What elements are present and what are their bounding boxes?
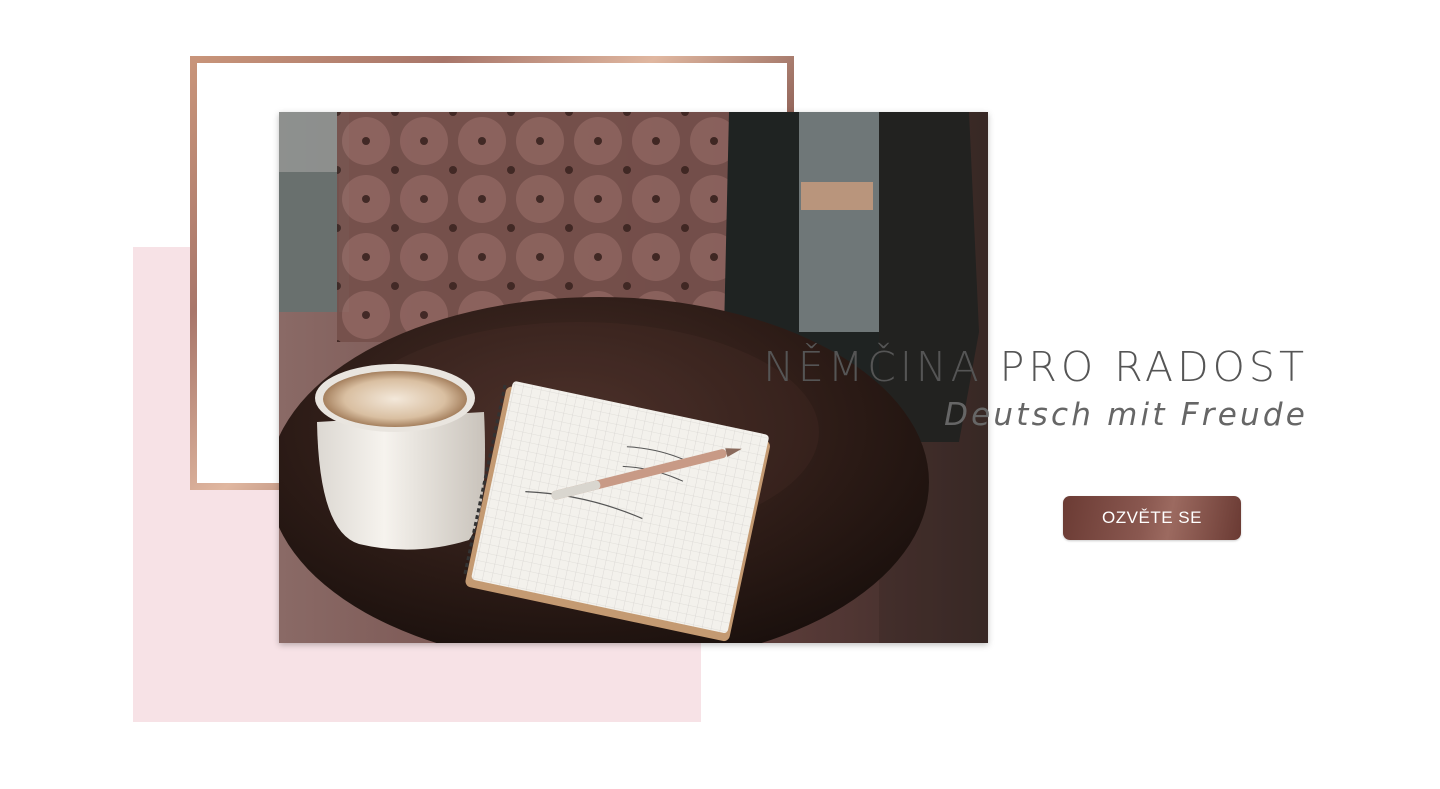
hero-title-block: NĚMČINA PRO RADOST Deutsch mit Freude — [763, 340, 1308, 436]
hero-subtitle: Deutsch mit Freude — [944, 397, 1308, 433]
contact-button[interactable]: OZVĚTE SE — [1063, 496, 1241, 540]
hero-section: NĚMČINA PRO RADOST Deutsch mit Freude OZ… — [0, 0, 1440, 789]
hero-title: NĚMČINA PRO RADOST — [763, 343, 1308, 391]
